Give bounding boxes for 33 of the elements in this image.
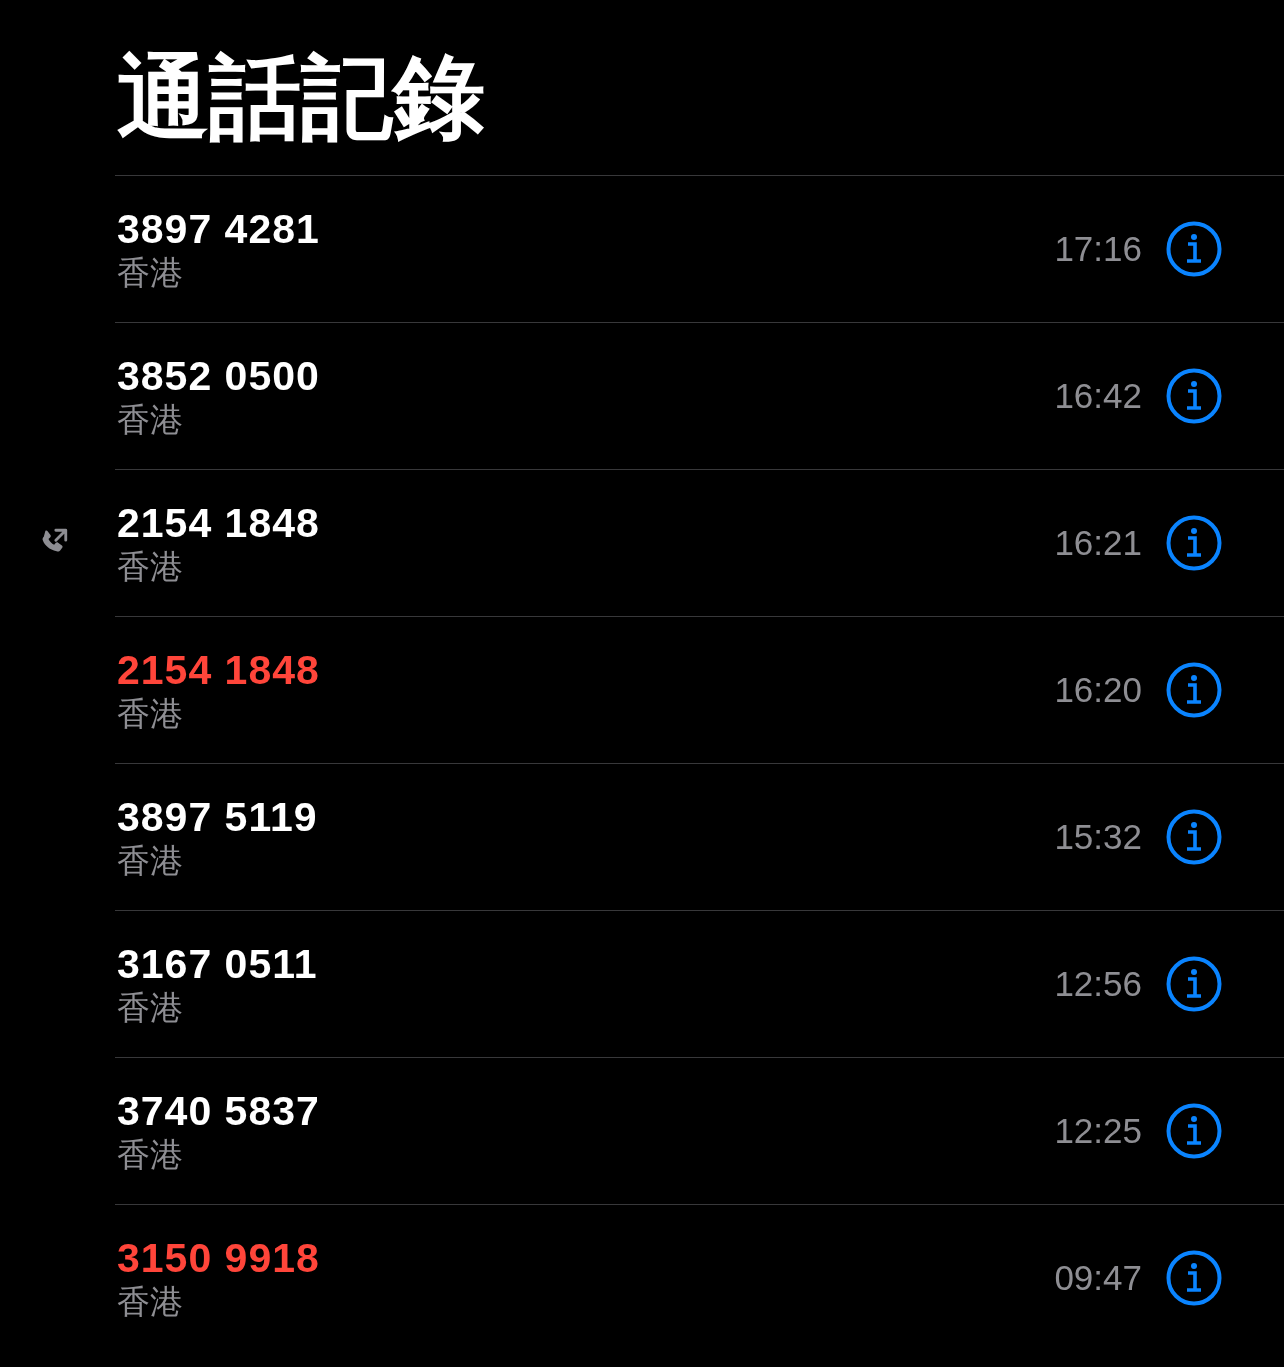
- info-icon[interactable]: [1166, 1103, 1222, 1159]
- info-icon[interactable]: [1166, 221, 1222, 277]
- phone-number: 3897 4281: [117, 205, 321, 253]
- phone-number: 3740 5837: [117, 1087, 321, 1135]
- caller-location: 香港: [117, 1281, 184, 1322]
- caller-location: 香港: [117, 252, 184, 293]
- info-icon[interactable]: [1166, 515, 1222, 571]
- info-icon[interactable]: [1166, 662, 1222, 718]
- call-time: 09:47: [1054, 1258, 1142, 1298]
- info-icon[interactable]: [1166, 1250, 1222, 1306]
- caller-location: 香港: [117, 840, 184, 881]
- page-title: 通話記錄: [116, 43, 486, 153]
- caller-location: 香港: [117, 1134, 184, 1175]
- call-time: 16:42: [1054, 376, 1142, 416]
- phone-number: 3167 0511: [117, 940, 319, 988]
- phone-number: 3897 5119: [117, 793, 319, 841]
- info-icon[interactable]: [1166, 956, 1222, 1012]
- info-icon[interactable]: [1166, 809, 1222, 865]
- caller-location: 香港: [117, 693, 184, 734]
- phone-number: 3150 9918: [117, 1234, 321, 1282]
- phone-number: 2154 1848: [117, 499, 321, 547]
- phone-number: 3852 0500: [117, 352, 321, 400]
- caller-location: 香港: [117, 987, 184, 1028]
- call-time: 12:56: [1054, 964, 1142, 1004]
- call-time: 12:25: [1054, 1111, 1142, 1151]
- caller-location: 香港: [117, 546, 184, 587]
- call-time: 17:16: [1054, 229, 1142, 269]
- call-time: 16:21: [1054, 523, 1142, 563]
- phone-number: 2154 1848: [117, 646, 321, 694]
- info-icon[interactable]: [1166, 368, 1222, 424]
- call-time: 16:20: [1054, 670, 1142, 710]
- call-time: 15:32: [1054, 817, 1142, 857]
- caller-location: 香港: [117, 399, 184, 440]
